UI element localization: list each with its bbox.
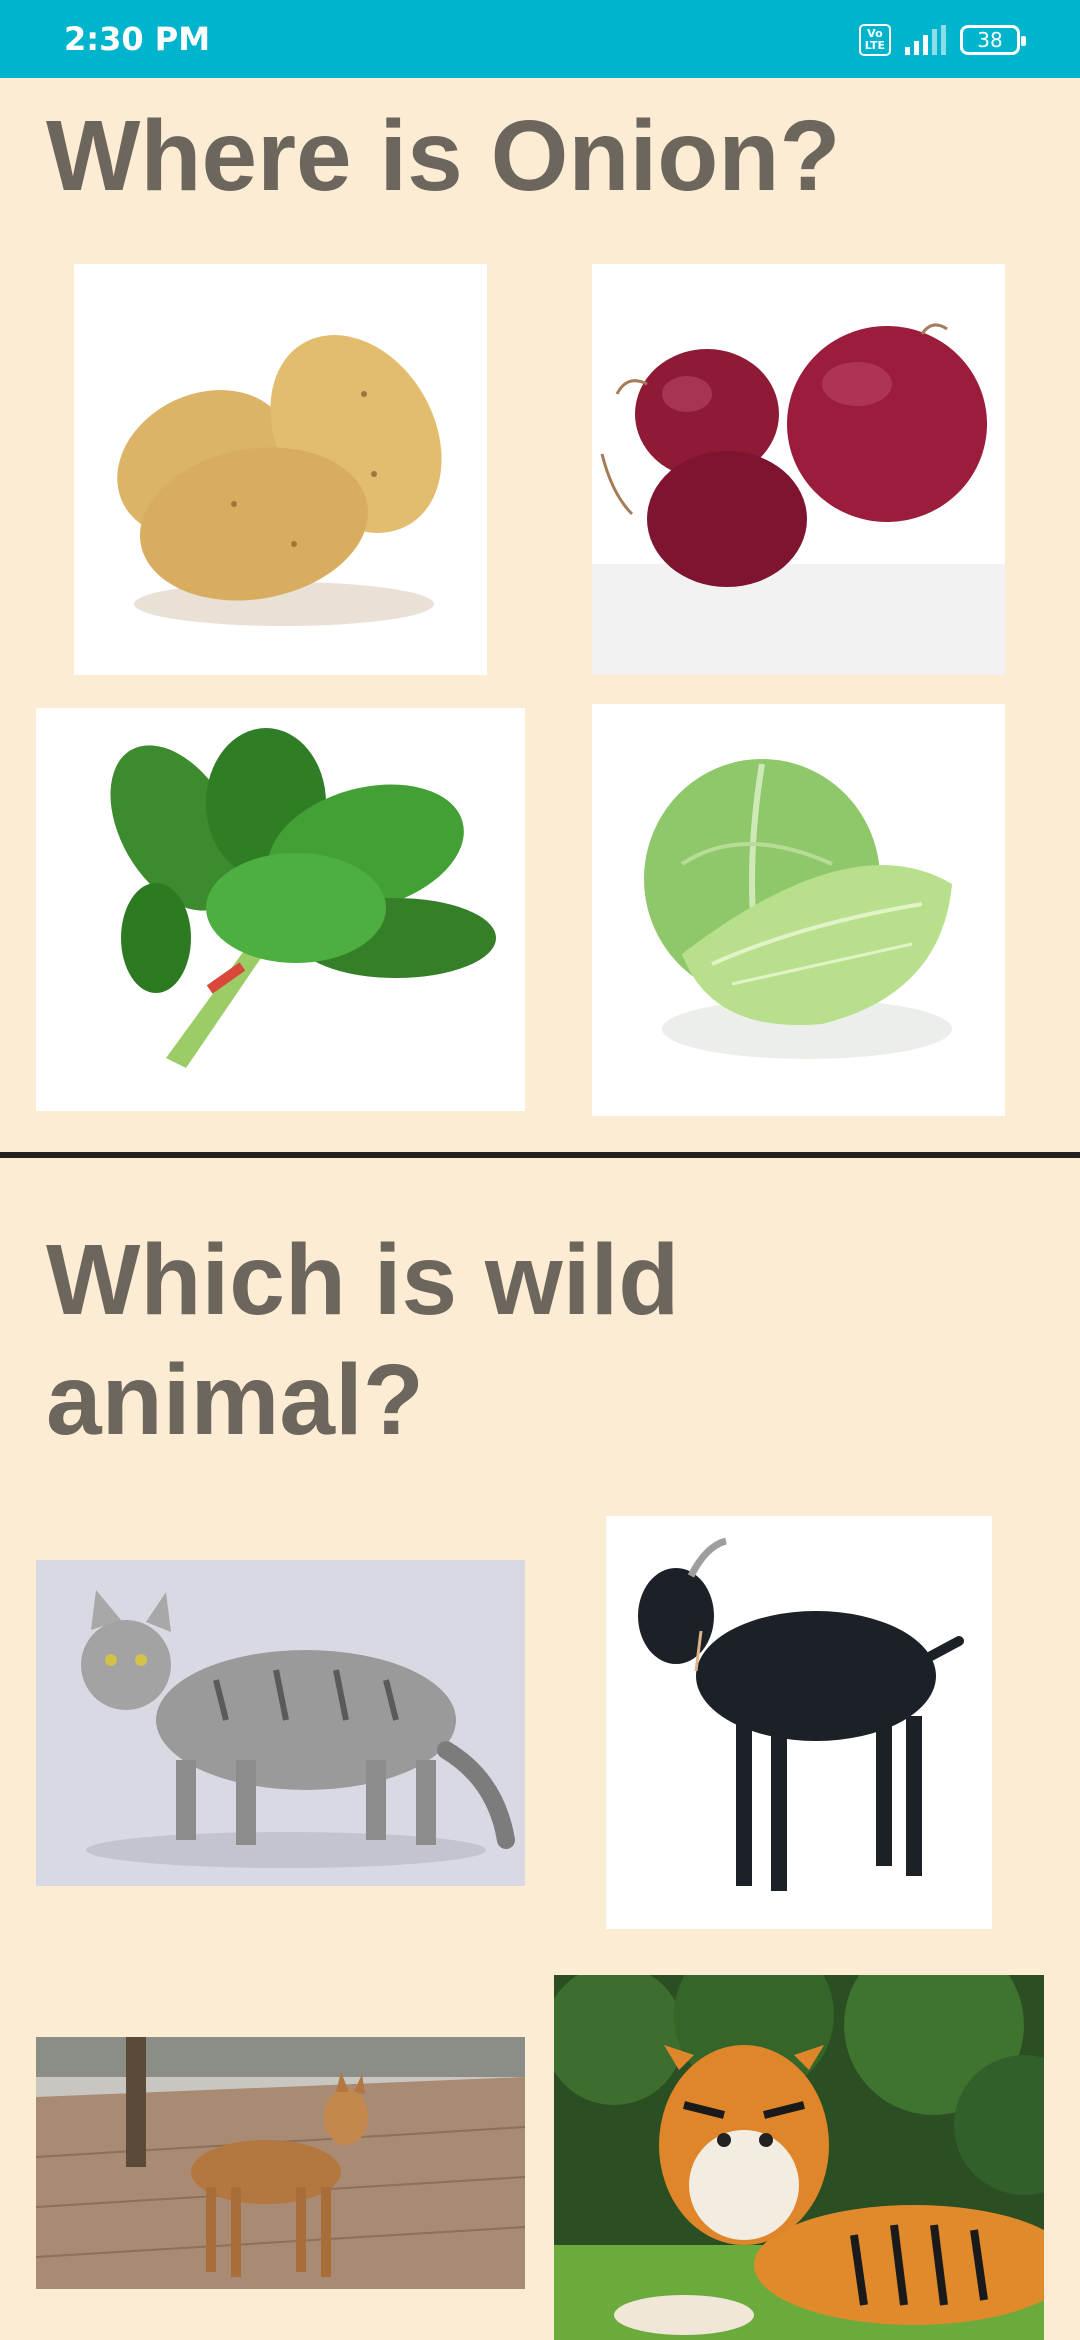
option-tiger[interactable] [554, 1975, 1044, 2340]
tiger-image [554, 1975, 1044, 2340]
goat-image [638, 1537, 964, 1891]
battery-icon: 38 [960, 25, 1026, 55]
option-cabbage[interactable] [592, 704, 1005, 1116]
option-goat[interactable] [606, 1516, 992, 1929]
onion-image [592, 323, 1005, 675]
status-icons: Vo LTE 38 [858, 20, 1026, 60]
option-potato[interactable] [74, 264, 487, 675]
option-onion[interactable] [592, 264, 1005, 675]
spinach-image [110, 728, 496, 1068]
battery-level: 38 [977, 28, 1003, 52]
option-cat[interactable] [36, 1560, 525, 1886]
cat-image [36, 1560, 525, 1886]
status-time: 2:30 PM [64, 20, 211, 58]
status-bar: 2:30 PM Vo LTE 38 [0, 0, 1080, 78]
option-dog[interactable] [36, 2037, 525, 2289]
dog-image [36, 2037, 525, 2289]
question-title: Where is Onion? [46, 100, 841, 212]
question-title: Which is wild animal? [46, 1224, 680, 1456]
potato-image [117, 335, 442, 626]
cabbage-image [644, 759, 952, 1059]
signal-icon [905, 25, 946, 55]
section-divider [0, 1152, 1080, 1158]
volte-icon: Vo LTE [858, 24, 891, 56]
option-spinach[interactable] [36, 708, 525, 1111]
